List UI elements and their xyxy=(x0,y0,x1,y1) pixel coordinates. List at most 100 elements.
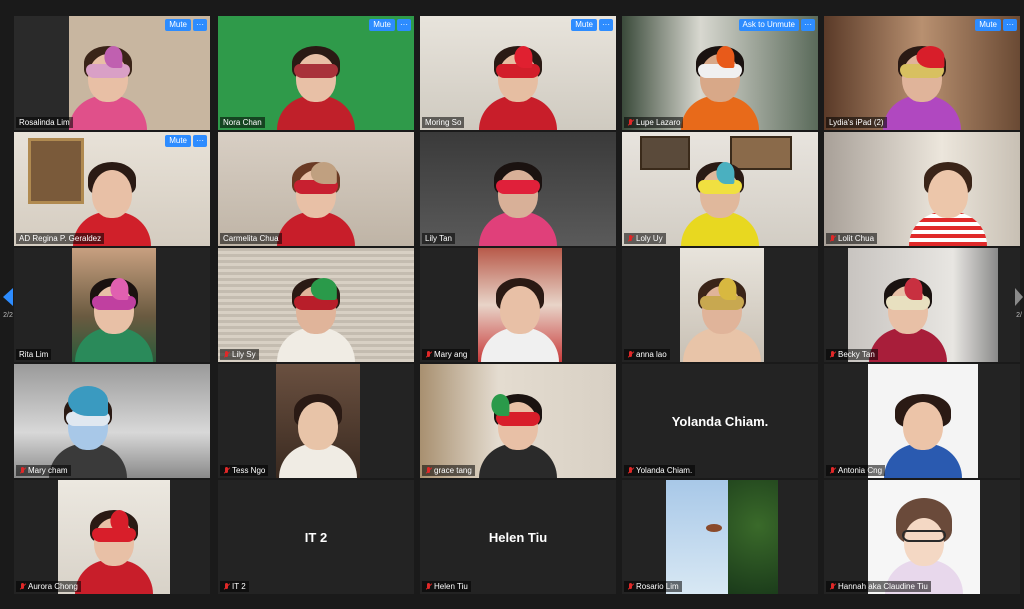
participant-video xyxy=(680,248,764,362)
video-tile[interactable]: Lily Tan xyxy=(420,132,616,246)
participant-video xyxy=(479,386,557,478)
participant-name-label: Nora Chan xyxy=(220,117,265,128)
video-tile[interactable]: Yolanda Chiam. Yolanda Chiam. xyxy=(622,364,818,478)
previous-page-button[interactable]: 2/2 xyxy=(0,286,16,330)
video-tile[interactable]: Mute ··· Lydia's iPad (2) xyxy=(824,16,1020,130)
mic-off-icon xyxy=(627,234,634,243)
mic-off-icon xyxy=(425,582,432,591)
participant-name-label: Mary cham xyxy=(16,465,71,476)
participant-video xyxy=(681,154,759,246)
mute-button[interactable]: Mute xyxy=(571,19,597,31)
mic-off-icon xyxy=(829,582,836,591)
video-tile[interactable]: Lily Sy xyxy=(218,248,414,362)
participant-name-label: Becky Tan xyxy=(826,349,878,360)
participant-photo xyxy=(666,480,778,594)
participant-video xyxy=(277,270,355,362)
participant-name-label: Mary ang xyxy=(422,349,471,360)
participant-name-label: IT 2 xyxy=(220,581,249,592)
participant-video xyxy=(58,480,170,594)
participant-name-label: Loly Uy xyxy=(624,233,666,244)
video-tile[interactable]: grace tang xyxy=(420,364,616,478)
participant-display-name: IT 2 xyxy=(304,529,328,545)
video-tile[interactable]: Antonia Cng xyxy=(824,364,1020,478)
mic-off-icon xyxy=(425,350,432,359)
video-tile[interactable]: anna lao xyxy=(622,248,818,362)
mic-off-icon xyxy=(627,350,634,359)
ask-to-unmute-button[interactable]: Ask to Unmute xyxy=(738,19,799,31)
participant-name-label: Yolanda Chiam. xyxy=(624,465,696,476)
video-tile[interactable]: Ask to Unmute ··· Lupe Lazaro xyxy=(622,16,818,130)
mute-button[interactable]: Mute xyxy=(369,19,395,31)
participant-video xyxy=(681,38,759,130)
arrow-right-icon xyxy=(1015,288,1023,306)
more-options-button[interactable]: ··· xyxy=(397,19,411,31)
video-tile[interactable]: Rita Lim xyxy=(14,248,210,362)
video-tile[interactable]: Tess Ngo xyxy=(218,364,414,478)
participant-video xyxy=(883,38,961,130)
more-options-button[interactable]: ··· xyxy=(599,19,613,31)
participant-display-name: Yolanda Chiam. xyxy=(671,413,769,429)
video-tile[interactable]: Mary ang xyxy=(420,248,616,362)
participant-video xyxy=(277,38,355,130)
participant-name-label: Lily Tan xyxy=(422,233,455,244)
video-tile[interactable]: Rosario Lim xyxy=(622,480,818,594)
mic-off-icon xyxy=(425,466,432,475)
participant-video xyxy=(909,154,987,246)
video-tile[interactable]: Loly Uy xyxy=(622,132,818,246)
video-tile[interactable]: Mute ··· Rosalinda Lim xyxy=(14,16,210,130)
participant-video xyxy=(69,38,147,130)
mute-button[interactable]: Mute xyxy=(165,19,191,31)
participant-photo xyxy=(868,364,978,478)
mic-off-icon xyxy=(627,582,634,591)
more-options-button[interactable]: ··· xyxy=(193,19,207,31)
participant-video xyxy=(479,154,557,246)
video-tile[interactable]: Helen Tiu Helen Tiu xyxy=(420,480,616,594)
participant-name-label: Aurora Chong xyxy=(16,581,81,592)
video-gallery: Mute ··· Rosalinda Lim Mute ··· Nora Cha… xyxy=(14,16,1024,594)
participant-name-label: Moring So xyxy=(422,117,465,128)
meeting-toolbar xyxy=(0,597,1024,609)
mic-off-icon xyxy=(829,234,836,243)
participant-name-label: Rosario Lim xyxy=(624,581,682,592)
participant-name-label: AD Regina P. Geraldez xyxy=(16,233,105,244)
participant-name-label: Rita Lim xyxy=(16,349,52,360)
participant-name-label: Lupe Lazaro xyxy=(624,117,684,128)
video-tile[interactable]: Becky Tan xyxy=(824,248,1020,362)
participant-video xyxy=(479,38,557,130)
participant-display-name: Helen Tiu xyxy=(488,529,548,545)
participant-avatar xyxy=(868,480,980,594)
participant-video xyxy=(848,248,998,362)
mic-off-icon xyxy=(627,118,634,127)
participant-video xyxy=(478,248,562,362)
participant-name-label: Lydia's iPad (2) xyxy=(826,117,887,128)
participant-name-label: Lolit Chua xyxy=(826,233,878,244)
video-tile[interactable]: Mary cham xyxy=(14,364,210,478)
mic-off-icon xyxy=(829,466,836,475)
video-tile[interactable]: IT 2 IT 2 xyxy=(218,480,414,594)
mute-button[interactable]: Mute xyxy=(165,135,191,147)
more-options-button[interactable]: ··· xyxy=(801,19,815,31)
participant-name-label: Tess Ngo xyxy=(220,465,269,476)
mic-off-icon xyxy=(223,582,230,591)
page-indicator: 2/2 xyxy=(3,312,13,319)
video-tile[interactable]: Mute ··· AD Regina P. Geraldez xyxy=(14,132,210,246)
participant-name-label: Helen Tiu xyxy=(422,581,471,592)
mute-button[interactable]: Mute xyxy=(975,19,1001,31)
participant-name-label: Hannah aka Claudine Tiu xyxy=(826,581,931,592)
video-tile[interactable]: Hannah aka Claudine Tiu xyxy=(824,480,1020,594)
more-options-button[interactable]: ··· xyxy=(1003,19,1017,31)
mic-off-icon xyxy=(627,466,634,475)
video-tile[interactable]: Carmelita Chua xyxy=(218,132,414,246)
participant-video xyxy=(277,154,355,246)
participant-name-label: Antonia Cng xyxy=(826,465,886,476)
next-page-button[interactable]: 2/ xyxy=(1014,286,1024,330)
video-tile[interactable]: Mute ··· Nora Chan xyxy=(218,16,414,130)
video-tile[interactable]: Aurora Chong xyxy=(14,480,210,594)
bird xyxy=(706,524,722,532)
video-tile[interactable]: Lolit Chua xyxy=(824,132,1020,246)
participant-name-label: grace tang xyxy=(422,465,475,476)
mic-off-icon xyxy=(19,466,26,475)
video-tile[interactable]: Mute ··· Moring So xyxy=(420,16,616,130)
more-options-button[interactable]: ··· xyxy=(193,135,207,147)
mic-off-icon xyxy=(19,582,26,591)
